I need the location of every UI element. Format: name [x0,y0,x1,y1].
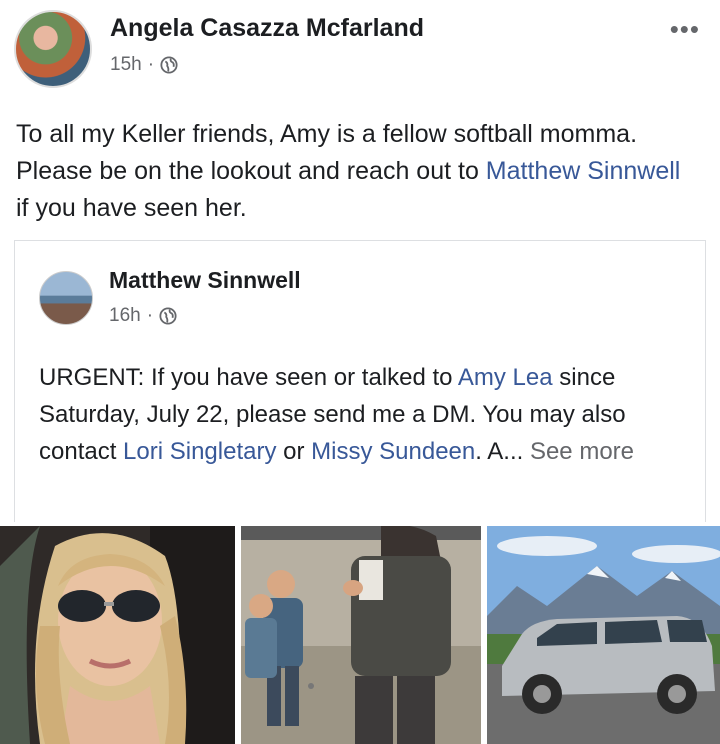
photo-woman-with-kids-image [241,526,481,744]
meta-separator: · [147,54,155,75]
photo-suv-mountains-image [487,526,720,744]
post-time[interactable]: 15h [110,54,142,76]
post-text: To all my Keller friends, Amy is a fello… [16,116,696,227]
more-options-icon[interactable]: ••• [670,14,700,45]
shared-author-avatar[interactable] [39,271,93,325]
shared-post-meta: 16h · [109,305,177,327]
photo-woman-sunglasses[interactable] [0,526,235,744]
mention-link[interactable]: Amy Lea [458,364,553,391]
photo-suv-mountains[interactable] [487,526,720,744]
shared-post-text: URGENT: If you have seen or talked to Am… [39,359,699,470]
shared-text-part: URGENT: If you have seen or talked to [39,364,458,391]
globe-icon [159,307,177,325]
mention-link[interactable]: Missy Sundeen [311,438,475,465]
mention-link[interactable]: Lori Singletary [123,438,276,465]
globe-icon [160,56,178,74]
photo-grid [0,526,720,744]
shared-post-card[interactable]: Matthew Sinnwell 16h · URGENT: If you ha… [14,240,706,522]
post-header: Angela Casazza Mcfarland 15h · ••• [14,10,706,90]
author-avatar[interactable] [14,10,92,88]
see-more-link[interactable]: See more [530,438,634,465]
mention-link[interactable]: Matthew Sinnwell [486,157,681,185]
post-meta: 15h · [110,54,178,76]
post-text-part: if you have seen her. [16,194,247,222]
shared-author-name[interactable]: Matthew Sinnwell [109,267,301,294]
shared-text-part: or [276,438,312,465]
author-name[interactable]: Angela Casazza Mcfarland [110,14,424,43]
shared-post-time[interactable]: 16h [109,305,141,327]
photo-woman-with-kids[interactable] [241,526,481,744]
photo-woman-sunglasses-image [0,526,235,744]
shared-text-part: . A... [475,438,530,465]
meta-separator: · [146,305,154,326]
